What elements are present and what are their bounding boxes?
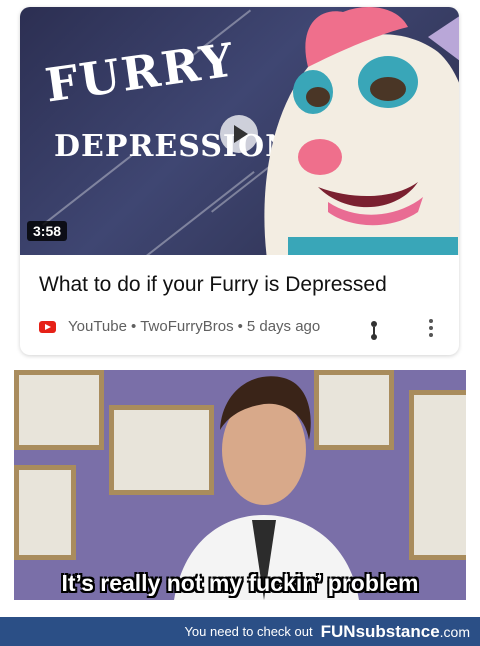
footer-lead-text: You need to check out [184, 624, 313, 639]
meta-separator: • [237, 318, 243, 335]
more-options-icon[interactable] [428, 319, 434, 337]
meme-image: It’s really not my fuckin’ problem [14, 370, 466, 600]
presenter-figure [174, 376, 359, 600]
channel-name[interactable]: TwoFurryBros [140, 318, 233, 335]
brand-name[interactable]: FUNsubstance [321, 622, 440, 642]
source-label: YouTube [68, 318, 127, 335]
meme-caption: It’s really not my fuckin’ problem [61, 570, 419, 596]
video-title[interactable]: What to do if your Furry is Depressed [39, 273, 387, 297]
fursona-illustration [264, 7, 459, 255]
play-icon[interactable] [220, 115, 258, 153]
pin-icon[interactable] [369, 319, 379, 341]
thumbnail-title-line1: FURRY [42, 32, 239, 113]
meta-separator: • [130, 318, 137, 335]
youtube-icon [39, 320, 56, 333]
video-card[interactable]: FURRY DEPRESSION 3:58 What to do if your… [20, 7, 459, 355]
upload-age: 5 days ago [246, 318, 321, 335]
video-thumbnail[interactable]: FURRY DEPRESSION 3:58 [20, 7, 459, 255]
duration-badge: 3:58 [27, 221, 68, 241]
diploma-frame [14, 465, 76, 560]
video-meta: YouTube • TwoFurryBros • 5 days ago [39, 318, 320, 335]
diploma-frame [14, 370, 104, 450]
brand-domain: .com [439, 623, 470, 640]
diploma-frame [409, 390, 466, 560]
streak-decoration [135, 171, 255, 255]
site-footer: You need to check out FUNsubstance .com [0, 617, 480, 646]
